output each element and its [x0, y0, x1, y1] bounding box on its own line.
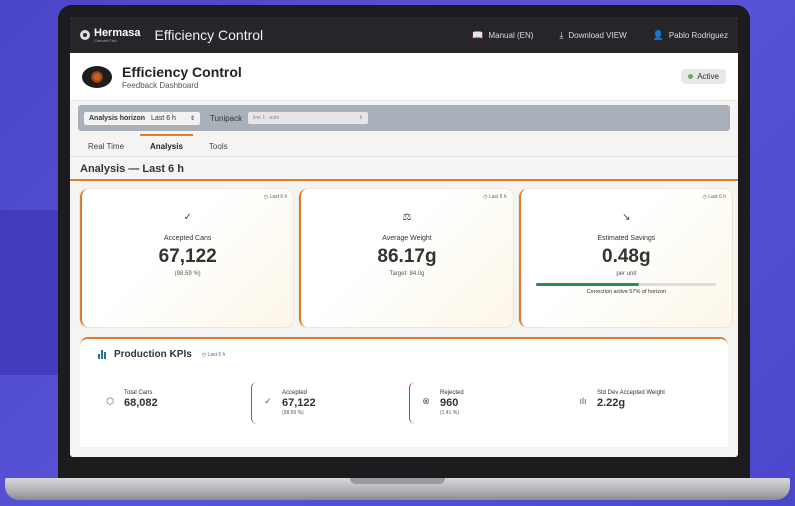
card-value: 86.17g [377, 246, 437, 267]
metric-cards: ◷ Last 6 h ✓ Accepted Cans 67,122 (98.59… [70, 181, 738, 327]
select-arrows-icon: ⇕ [358, 115, 364, 121]
page-header: Efficiency Control Feedback Dashboard Ac… [70, 53, 738, 101]
horizon-label: Analysis horizon [89, 114, 146, 122]
box-icon: ⬡ [106, 396, 114, 406]
kpi-accepted: ✓ Accepted 67,122 (98.59 %) [251, 382, 399, 424]
tab-bar: Real Time Analysis Tools [70, 134, 738, 157]
page-subtitle: Feedback Dashboard [122, 80, 199, 90]
check-circle-icon: ✓ [183, 212, 192, 223]
user-menu[interactable]: 👤 Pablo Rodriguez [653, 30, 728, 41]
kpi-value: 2.22g [597, 397, 626, 409]
status-dot-icon [688, 74, 694, 79]
hermasa-logo-icon [80, 30, 90, 40]
tab-analysis[interactable]: Analysis [140, 134, 193, 156]
manual-link[interactable]: 📖 Manual (EN) [472, 30, 533, 41]
tunipack-select[interactable]: line 1 · auto ⇕ [248, 112, 369, 124]
book-icon: 📖 [472, 29, 484, 40]
kpi-label: Accepted [282, 390, 308, 396]
kpi-std-dev: ılı Std Dev Accepted Weight 2.22g [567, 382, 714, 424]
top-navbar: Hermasa Canned Fish Efficiency Control 📖… [70, 17, 738, 53]
manual-label: Manual (EN) [488, 30, 534, 40]
filter-bar: Analysis horizon Last 6 h ⇕ Tunipack lin… [78, 105, 730, 131]
x-circle-icon: ⊗ [422, 396, 430, 406]
kpi-value: 960 [440, 397, 459, 409]
production-kpi-panel: Production KPIs ◷ Last 6 h ⬡ Total Cans … [80, 337, 728, 447]
card-sub: per unit [616, 271, 637, 277]
kpi-label: Total Cans [124, 390, 153, 396]
brand-logo[interactable]: Hermasa Canned Fish [80, 27, 140, 43]
card-label: Accepted Cans [163, 235, 212, 242]
select-arrows-icon: ⇕ [189, 115, 195, 122]
card-value: 67,122 [158, 246, 217, 267]
card-time-tag: ◷ Last 6 h [483, 194, 507, 200]
card-accepted-cans: ◷ Last 6 h ✓ Accepted Cans 67,122 (98.59… [80, 189, 294, 327]
user-name: Pablo Rodriguez [668, 30, 728, 40]
kpi-sub: (1.41 %) [440, 410, 459, 416]
download-label: Download VIEW [568, 30, 627, 40]
page-title: Efficiency Control [122, 63, 242, 80]
kpi-total-cans: ⬡ Total Cans 68,082 [94, 382, 241, 424]
user-icon: 👤 [652, 29, 664, 40]
app-title: Efficiency Control [154, 27, 264, 43]
laptop-screen: Hermasa Canned Fish Efficiency Control 📖… [70, 17, 738, 457]
kpi-time-tag: ◷ Last 6 h [201, 351, 226, 358]
progress-fill [536, 283, 639, 286]
laptop-notch [350, 478, 445, 484]
card-sub: Target: 84.0g [389, 271, 425, 277]
tab-tools[interactable]: Tools [209, 142, 228, 156]
card-time-tag: ◷ Last 6 h [702, 194, 726, 200]
tunipack-value: line 1 · auto [253, 115, 280, 121]
kpi-label: Rejected [440, 390, 464, 396]
card-label: Average Weight [382, 235, 432, 242]
card-average-weight: ◷ Last 6 h ⚖ Average Weight 86.17g Targe… [299, 189, 513, 327]
card-estimated-savings: ◷ Last 6 h ↘ Estimated Savings 0.48g per… [518, 189, 732, 327]
horizon-value: Last 6 h [151, 114, 176, 122]
status-badge: Active [681, 69, 726, 84]
card-value: 0.48g [602, 246, 651, 267]
scale-icon: ⚖ [402, 212, 412, 223]
kpi-sub: (98.59 %) [282, 410, 304, 416]
progress-caption: Correction active 57% of horizon [586, 289, 667, 295]
kpi-label: Std Dev Accepted Weight [597, 390, 665, 396]
tunipack-label: Tunipack [209, 113, 243, 123]
trend-down-icon: ↘ [622, 212, 631, 223]
tab-real-time[interactable]: Real Time [88, 142, 124, 156]
bar-chart-icon [98, 350, 108, 359]
kpi-title: Production KPIs [114, 349, 192, 360]
bar-chart-icon: ılı [579, 396, 587, 406]
card-time-tag: ◷ Last 6 h [263, 194, 288, 200]
section-title: Analysis — Last 6 h [70, 157, 738, 181]
download-link[interactable]: ⤓ Download VIEW [559, 30, 626, 41]
card-label: Estimated Savings [597, 235, 656, 242]
correction-progress-bar [536, 283, 717, 286]
kpi-rejected: ⊗ Rejected 960 (1.41 %) [409, 382, 557, 424]
check-circle-icon: ✓ [264, 396, 272, 406]
status-label: Active [697, 72, 719, 81]
horizon-select[interactable]: Analysis horizon Last 6 h ⇕ [84, 111, 200, 125]
kpi-value: 67,122 [282, 397, 316, 409]
download-icon: ⤓ [559, 29, 564, 40]
eye-logo-icon [82, 65, 112, 88]
kpi-value: 68,082 [124, 397, 158, 409]
card-sub: (98.59 %) [174, 271, 201, 277]
